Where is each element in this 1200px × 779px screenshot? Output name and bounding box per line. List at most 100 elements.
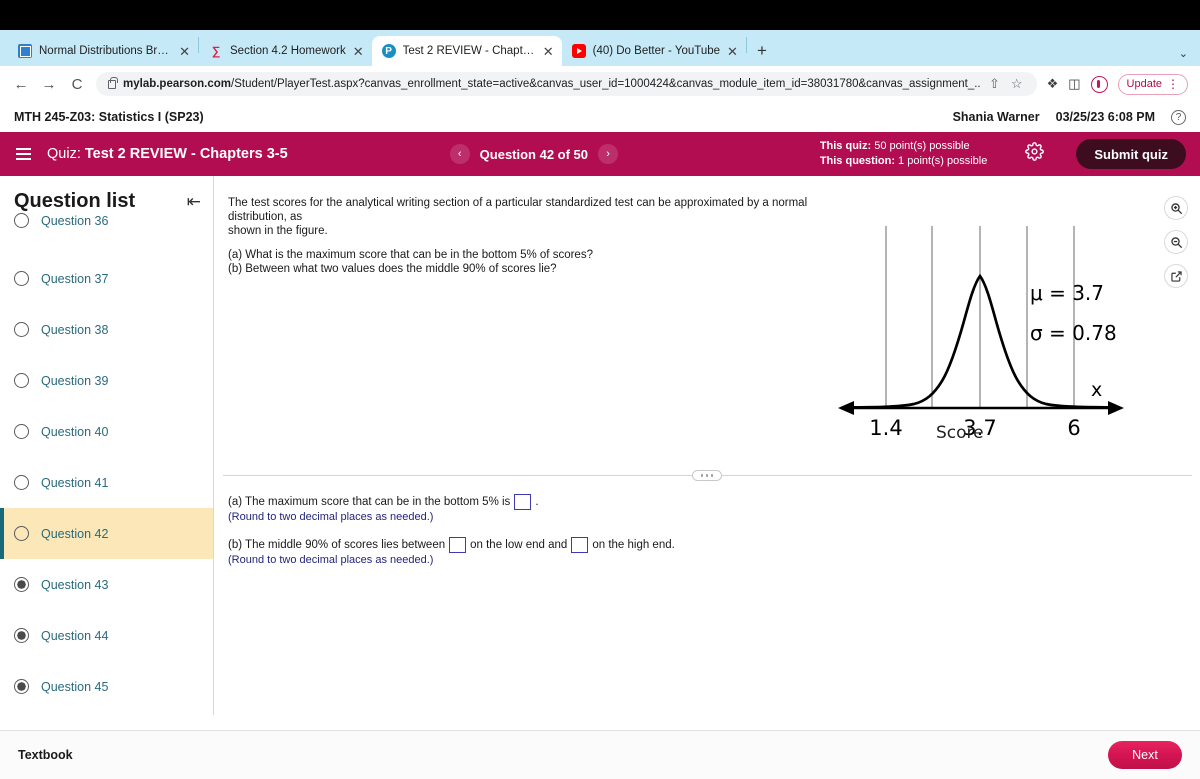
reload-icon[interactable]: C <box>68 76 86 93</box>
answer-section: (a) The maximum score that can be in the… <box>228 494 675 580</box>
os-title-bar <box>0 0 1200 30</box>
answer-a-line: (a) The maximum score that can be in the… <box>228 494 675 510</box>
answer-b-mid: on the low end and <box>470 538 568 551</box>
browser-tab-1[interactable]: Normal Distributions Break Out ✕ <box>8 36 198 66</box>
browser-tab-3-active[interactable]: P Test 2 REVIEW - Chapters 3-5 ✕ <box>371 36 562 66</box>
update-button[interactable]: Update ⋮ <box>1117 73 1188 95</box>
close-icon[interactable]: ✕ <box>353 45 364 58</box>
zoom-out-icon[interactable] <box>1164 230 1188 254</box>
question-status-icon <box>14 322 29 337</box>
browser-tab-2[interactable]: ∑ Section 4.2 Homework ✕ <box>199 36 372 66</box>
help-icon[interactable]: ? <box>1171 109 1186 125</box>
close-icon[interactable]: ✕ <box>179 45 190 58</box>
textbook-link[interactable]: Textbook <box>18 748 73 762</box>
tick-label-3: 6 <box>1067 416 1080 440</box>
sidebar-item-label: Question 42 <box>41 526 109 541</box>
forward-icon[interactable]: → <box>40 76 58 93</box>
youtube-icon <box>571 44 586 58</box>
question-points-line: This question: 1 point(s) possible <box>820 154 988 169</box>
url-domain: mylab.pearson.com <box>123 78 232 90</box>
sheets-icon <box>18 44 32 58</box>
sidebar-header: Question list ⇤ <box>0 176 213 219</box>
next-question-icon[interactable]: › <box>598 144 619 164</box>
submit-quiz-button[interactable]: Submit quiz <box>1076 139 1186 169</box>
stats-icon: ∑ <box>211 44 221 58</box>
question-status-icon <box>14 628 29 643</box>
stem-line-2: shown in the figure. <box>228 225 328 237</box>
address-bar[interactable]: mylab.pearson.com/Student/PlayerTest.asp… <box>96 72 1037 96</box>
quiz-title: Quiz: Test 2 REVIEW - Chapters 3-5 <box>47 146 288 162</box>
x-axis-variable-label: x <box>1091 379 1102 401</box>
new-tab-button[interactable]: + <box>747 41 777 61</box>
quiz-points-label: This quiz: <box>819 140 872 152</box>
sidebar-item-question-44[interactable]: Question 44 <box>0 610 213 661</box>
back-icon[interactable]: ← <box>12 76 30 93</box>
quiz-name: Test 2 REVIEW - Chapters 3-5 <box>84 146 288 162</box>
answer-b-prefix: (b) The middle 90% of scores lies betwee… <box>228 538 446 551</box>
sidebar-item-label: Question 43 <box>41 577 109 592</box>
answer-group-a: (a) The maximum score that can be in the… <box>228 494 675 523</box>
lock-icon <box>108 76 118 89</box>
next-button[interactable]: Next <box>1108 741 1182 769</box>
sidebar-item-question-37[interactable]: Question 37 <box>0 253 213 304</box>
tab-title: Normal Distributions Break Out <box>39 45 172 57</box>
tab-title: Section 4.2 Homework <box>230 45 346 57</box>
tab-title: (40) Do Better - YouTube <box>592 45 721 57</box>
side-panel-icon[interactable]: ◫ <box>1068 76 1080 92</box>
browser-tab-4[interactable]: (40) Do Better - YouTube ✕ <box>562 36 746 66</box>
update-label: Update <box>1126 78 1162 90</box>
course-title: MTH 245-Z03: Statistics I (SP23) <box>14 110 204 124</box>
tick-label-1: 1.4 <box>869 416 902 440</box>
sidebar-item-label: Question 41 <box>41 475 109 490</box>
answer-b-low-input[interactable] <box>449 537 467 553</box>
close-icon[interactable]: ✕ <box>727 45 738 58</box>
profile-avatar-icon[interactable] <box>1090 75 1108 93</box>
pane-splitter[interactable] <box>214 470 1200 481</box>
page-footer: Textbook Next <box>0 730 1200 779</box>
question-stem: The test scores for the analytical writi… <box>228 196 828 276</box>
quiz-header: Quiz: Test 2 REVIEW - Chapters 3-5 ‹ Que… <box>0 132 1200 176</box>
question-list-sidebar: Question list ⇤ Question 36 Question 37 … <box>0 176 214 715</box>
previous-question-icon[interactable]: ‹ <box>449 144 470 164</box>
answer-group-b: (b) The middle 90% of scores lies betwee… <box>228 537 675 566</box>
collapse-sidebar-icon[interactable]: ⇤ <box>187 192 201 212</box>
answer-a-input[interactable] <box>514 494 532 510</box>
extensions-puzzle-icon[interactable]: ❖ <box>1047 76 1059 92</box>
quiz-prefix: Quiz: <box>47 146 81 162</box>
answer-b-suffix: on the high end. <box>592 538 675 551</box>
answer-b-high-input[interactable] <box>571 537 589 553</box>
settings-gear-icon[interactable] <box>1025 142 1045 166</box>
question-status-icon <box>14 526 29 541</box>
sidebar-item-question-45[interactable]: Question 45 <box>0 661 213 712</box>
question-status-icon <box>14 373 29 388</box>
browser-menu-icon[interactable]: ⋮ <box>1167 78 1179 90</box>
question-status-icon <box>14 424 29 439</box>
sidebar-item-question-36[interactable]: Question 36 <box>0 213 213 253</box>
tab-list-chevron-down-icon[interactable]: ⌄ <box>1179 47 1200 60</box>
url-path: /Student/PlayerTest.aspx?canvas_enrollme… <box>231 78 980 90</box>
x-axis-title: Score <box>936 423 984 443</box>
sidebar-item-question-38[interactable]: Question 38 <box>0 304 213 355</box>
question-status-icon <box>14 213 29 228</box>
sidebar-item-question-42-current[interactable]: Question 42 <box>0 508 213 559</box>
question-points-value: 1 point(s) possible <box>898 155 988 167</box>
question-part-b: (b) Between what two values does the mid… <box>228 263 557 275</box>
mu-annotation: μ = 3.7 <box>1030 281 1104 305</box>
share-icon[interactable]: ⇧ <box>987 76 1002 92</box>
course-header: MTH 245-Z03: Statistics I (SP23) Shania … <box>0 102 1200 132</box>
open-in-new-icon[interactable] <box>1164 264 1188 288</box>
menu-hamburger-icon[interactable] <box>14 145 33 162</box>
browser-tabstrip: Normal Distributions Break Out ✕ ∑ Secti… <box>0 30 1200 66</box>
sigma-annotation: σ = 0.78 <box>1030 321 1117 345</box>
sidebar-item-question-43[interactable]: Question 43 <box>0 559 213 610</box>
bookmark-star-icon[interactable]: ☆ <box>1009 76 1025 92</box>
sidebar-item-question-39[interactable]: Question 39 <box>0 355 213 406</box>
browser-toolbar: ← → C mylab.pearson.com/Student/PlayerTe… <box>0 66 1200 102</box>
sidebar-item-question-41[interactable]: Question 41 <box>0 457 213 508</box>
sidebar-item-label: Question 38 <box>41 322 109 337</box>
close-icon[interactable]: ✕ <box>543 45 554 58</box>
question-status-icon <box>14 679 29 694</box>
zoom-in-icon[interactable] <box>1164 196 1188 220</box>
splitter-handle[interactable] <box>692 470 722 481</box>
sidebar-item-question-40[interactable]: Question 40 <box>0 406 213 457</box>
